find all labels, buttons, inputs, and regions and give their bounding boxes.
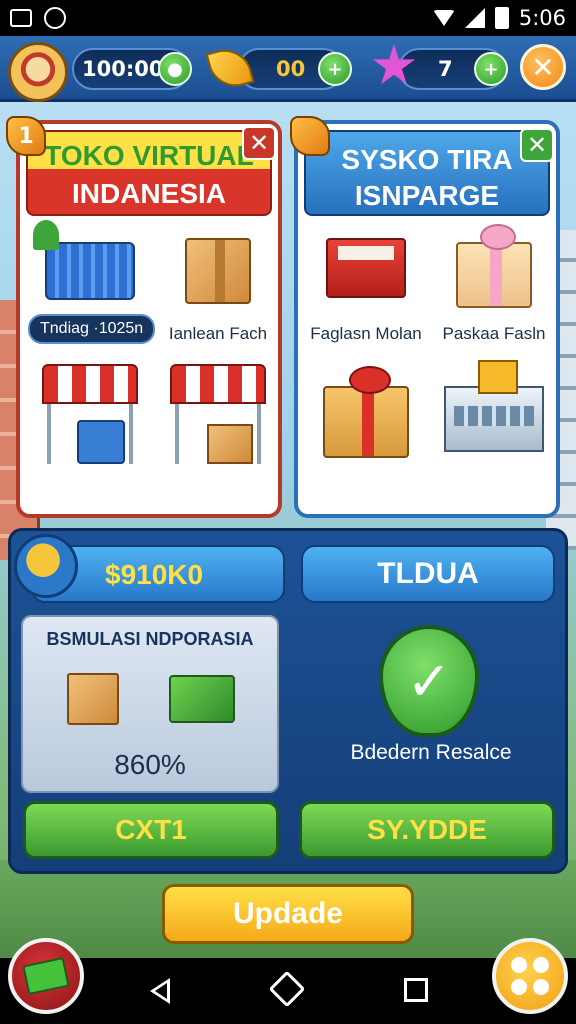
shop-title: SYSKO TIRA [341, 144, 513, 175]
back-icon[interactable] [150, 978, 170, 1004]
red-gift-icon [326, 238, 406, 298]
menu-button[interactable] [492, 938, 568, 1014]
shop-banner: TOKO VIRTUAL INDANESIA [26, 130, 272, 216]
coin-badge-icon [14, 534, 78, 598]
item-label: Ianlean Fach [168, 324, 268, 343]
money-value: $910K0 [105, 559, 204, 590]
shop-subtitle: INDANESIA [71, 178, 226, 209]
shop-item[interactable]: Faglasn Molan [304, 230, 428, 344]
shop-item[interactable]: Tndiag ·1025n [28, 220, 156, 344]
stall-box-icon [175, 404, 261, 464]
battery-icon [494, 7, 509, 29]
chat-bubble-icon[interactable]: ● [158, 52, 192, 86]
recent-apps-icon[interactable] [404, 978, 428, 1002]
shop-card-toko-virtual: TOKO VIRTUAL INDANESIA ✕ Tndiag ·1025n I… [16, 120, 282, 518]
checkmark-shield-icon: ✓ [379, 625, 479, 737]
card-close-button[interactable]: ✕ [242, 126, 276, 160]
grid-menu-icon [511, 957, 549, 995]
shop-card-sysko-tira: SYSKO TIRA ISNPARGE ✕ Faglasn Molan Pask… [294, 120, 560, 518]
clock: 5:06 [518, 6, 566, 30]
mail-button[interactable] [8, 938, 84, 1014]
simulation-panel: $910K0 TLDUA BSMULASI NDPORASIA 860% ✓ B… [8, 528, 568, 874]
leaf-badge-icon [290, 116, 330, 156]
cxt1-button[interactable]: CXT1 [23, 801, 279, 859]
box-icon [67, 673, 119, 725]
player-crest-icon[interactable] [8, 42, 68, 102]
mail-icon [22, 956, 70, 996]
item-label: Tndiag ·1025n [28, 314, 156, 344]
alarm-icon [44, 7, 66, 29]
shop-subtitle: ISNPARGE [354, 180, 500, 211]
pink-gift-icon [456, 224, 532, 308]
wifi-icon [432, 10, 455, 26]
stall-cart-icon [47, 404, 133, 464]
simulation-title: BSMULASI NDPORASIA [46, 629, 254, 649]
box-icon [185, 238, 251, 304]
add-gems-button[interactable]: + [474, 52, 508, 86]
status-bar: 5:06 [0, 0, 576, 36]
shop-title: TOKO VIRTUAL [44, 140, 254, 171]
close-button[interactable]: ✕ [520, 44, 566, 90]
tab-tldua[interactable]: TLDUA [301, 545, 555, 603]
shop-number-badge: 1 [6, 116, 46, 156]
navigation-bar [0, 958, 576, 1024]
shop-building-icon [444, 360, 544, 452]
simulation-info: BSMULASI NDPORASIA 860% [21, 615, 279, 793]
resource-bar: 100:00 ● 00 + 7 + ✕ [0, 36, 576, 102]
shop-banner: SYSKO TIRA ISNPARGE [304, 130, 550, 216]
gallery-icon [10, 9, 32, 27]
stall-awning-icon [42, 364, 138, 404]
gem-value: 7 [438, 57, 453, 81]
home-icon[interactable] [268, 970, 306, 1008]
signal-icon [464, 8, 485, 28]
shop-item[interactable]: Ianlean Fach [156, 224, 280, 344]
syydde-button[interactable]: SY.YDDE [299, 801, 555, 859]
shop-item[interactable] [156, 364, 280, 464]
gold-gift-icon [323, 366, 409, 458]
card-confirm-button[interactable]: ✕ [520, 128, 554, 162]
cash-stack-icon [169, 675, 235, 723]
gold-value: 00 [276, 57, 306, 81]
simulation-percent: 860% [114, 749, 186, 780]
shop-item[interactable] [304, 366, 428, 458]
update-button[interactable]: Updade [162, 884, 414, 944]
shop-item[interactable] [28, 364, 152, 464]
basket-icon [33, 220, 135, 300]
shop-item[interactable] [432, 360, 556, 452]
item-label: Paskaa Fasln [442, 324, 546, 343]
status-text: Bdedern Resalce [350, 741, 512, 764]
stall-awning-icon [170, 364, 266, 404]
shop-item[interactable]: Paskaa Fasln [432, 224, 556, 344]
add-gold-button[interactable]: + [318, 52, 352, 86]
timer-value: 100:00 [82, 57, 164, 81]
item-label: Faglasn Molan [310, 324, 422, 343]
